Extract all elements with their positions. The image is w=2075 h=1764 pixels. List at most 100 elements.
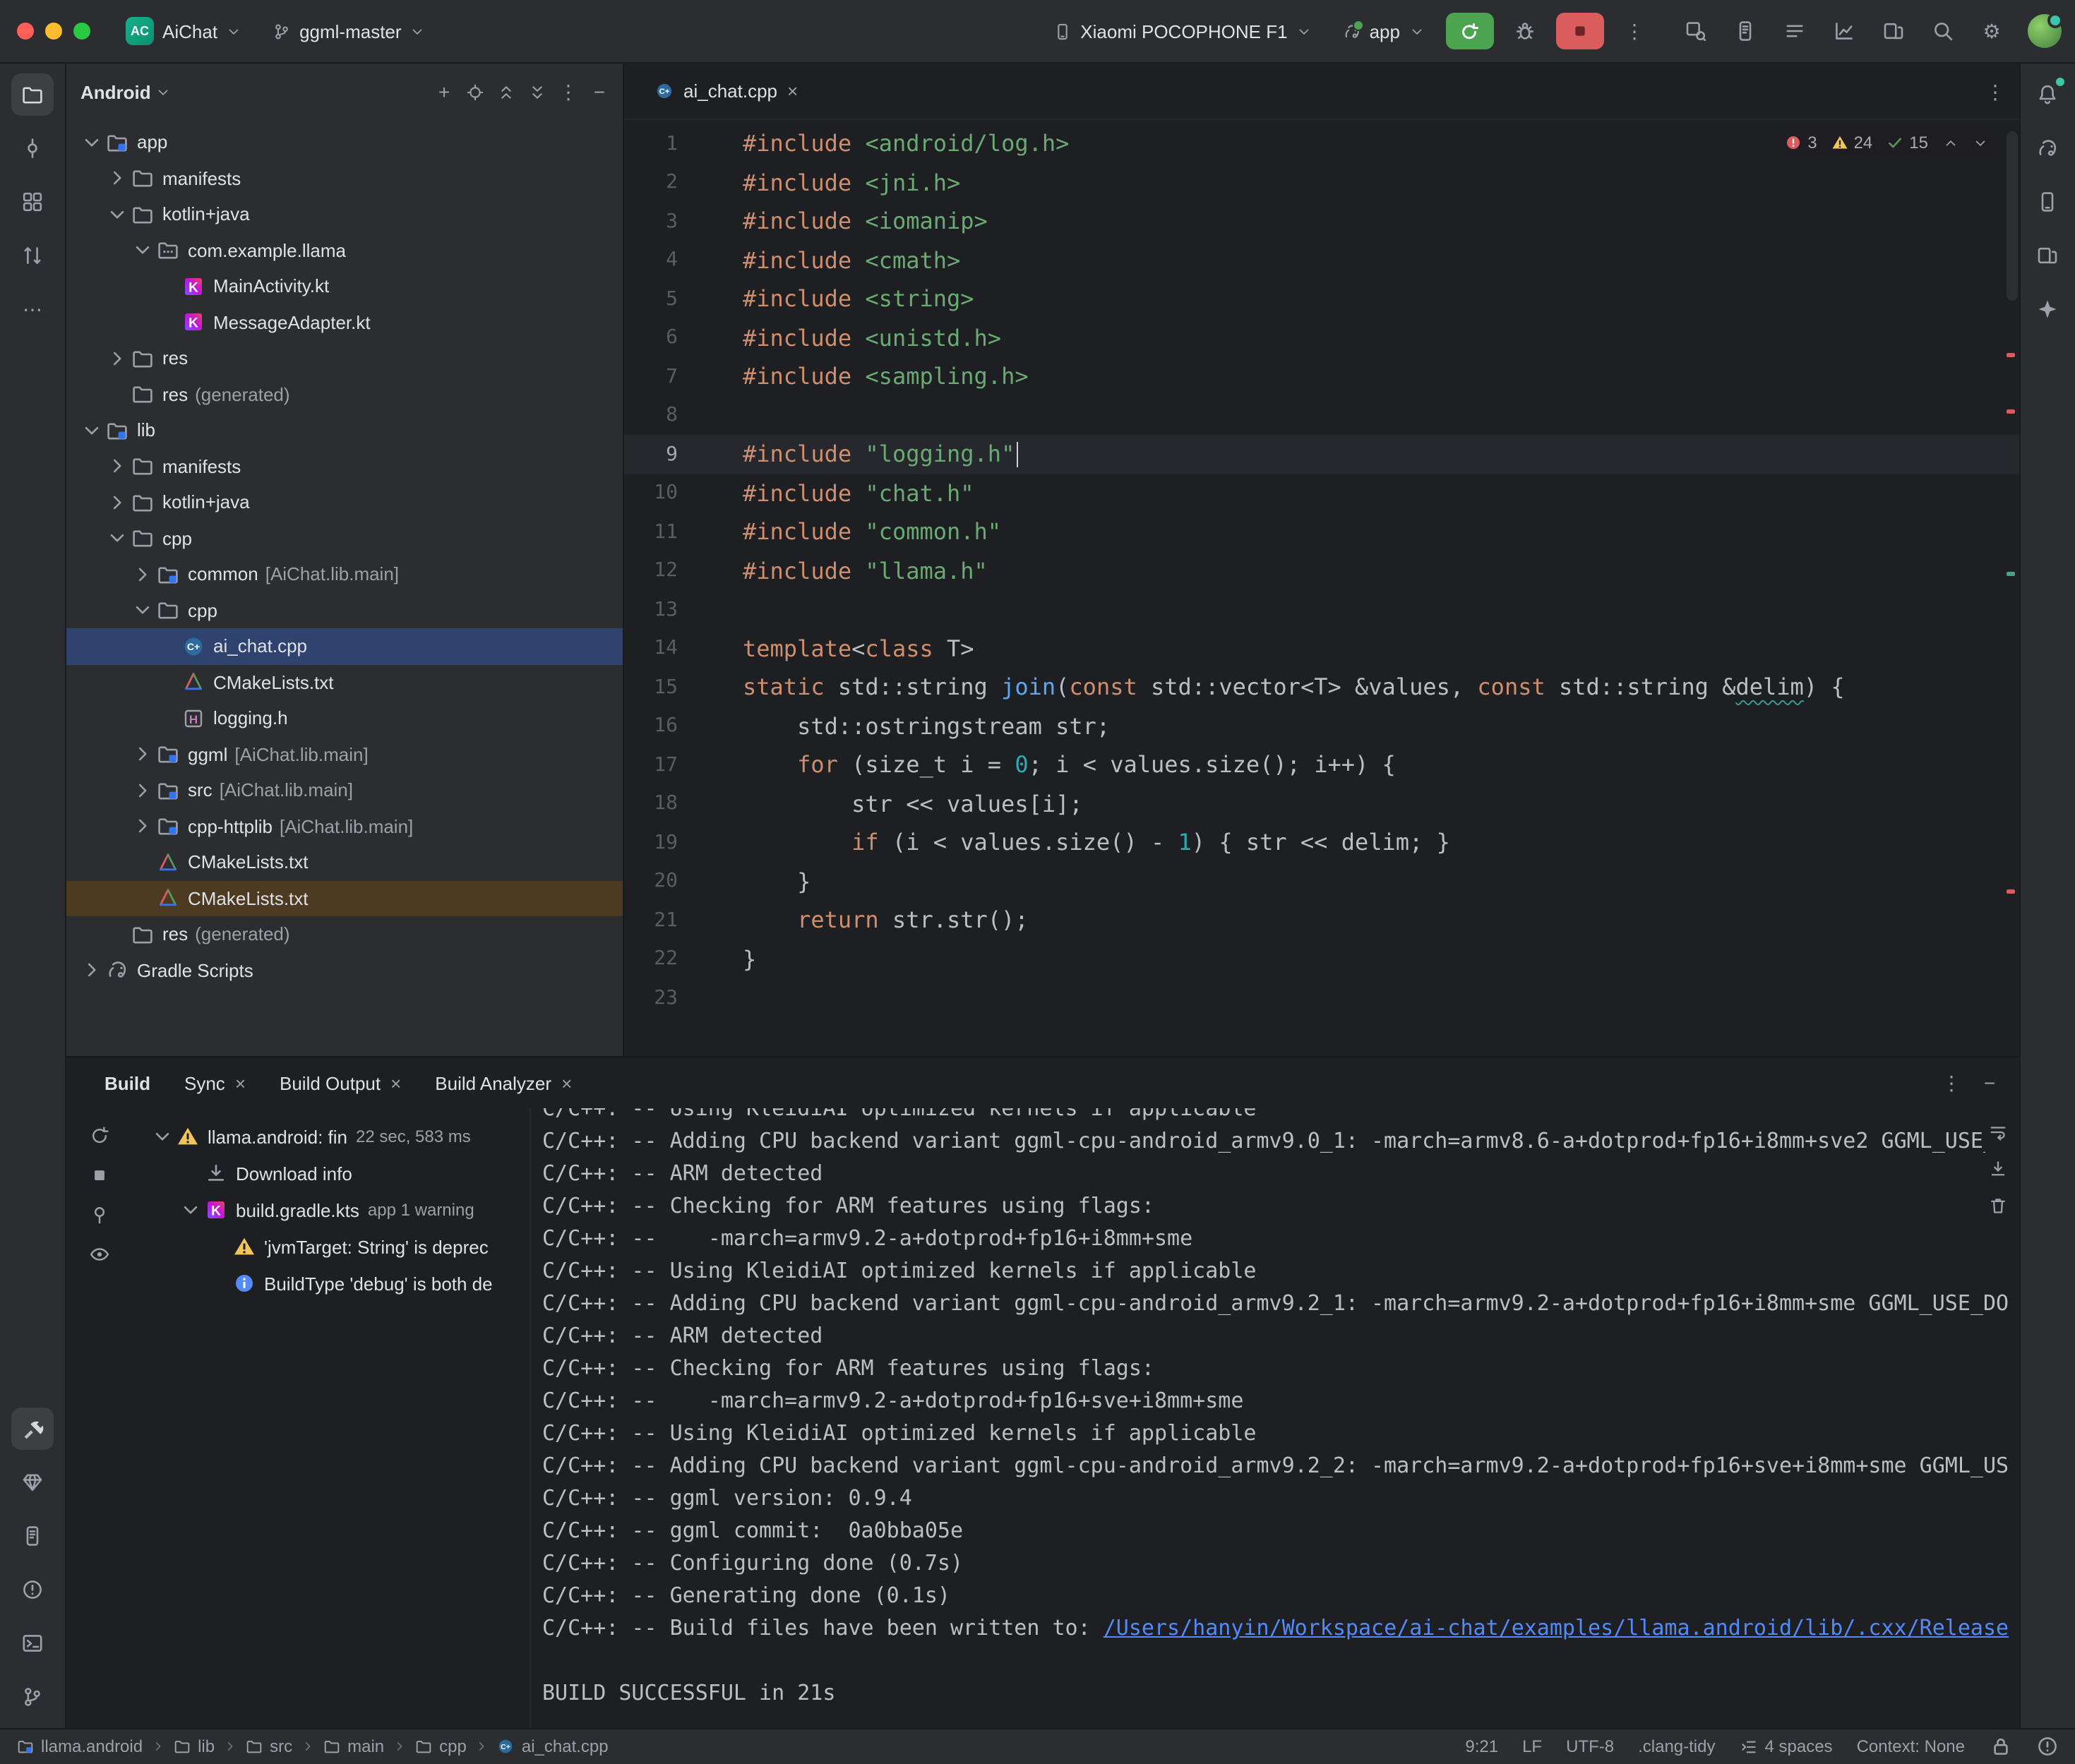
code-line-14[interactable]: 14template<class T> — [624, 629, 2019, 668]
breadcrumb-ai-chat-cpp[interactable]: C+ai_chat.cpp — [498, 1736, 609, 1756]
code-line-5[interactable]: 5#include <string> — [624, 280, 2019, 318]
tree-item-manifests[interactable]: manifests — [66, 160, 623, 196]
tree-item-cmakelists-txt[interactable]: CMakeLists.txt — [66, 880, 623, 916]
lock-icon[interactable] — [1989, 1735, 2011, 1758]
chevron-down-icon[interactable] — [106, 203, 128, 226]
build-console[interactable]: C/C++: -- Using KleidiAI optimized kerne… — [530, 1108, 2019, 1727]
previous-problem-icon[interactable] — [1942, 135, 1958, 150]
inspections-status-icon[interactable] — [2035, 1735, 2058, 1758]
project-widget[interactable]: AC AiChat — [116, 11, 251, 51]
code-line-8[interactable]: 8 — [624, 396, 2019, 435]
tree-item-src[interactable]: src[AiChat.lib.main] — [66, 772, 623, 808]
file-encoding[interactable]: UTF-8 — [1566, 1736, 1614, 1756]
chevron-right-icon[interactable] — [131, 563, 154, 586]
tool-window-button-pull-requests[interactable] — [11, 234, 54, 277]
chevron-right-icon[interactable] — [106, 347, 128, 370]
chevron-right-icon[interactable] — [106, 491, 128, 514]
tree-item-res[interactable]: res(generated) — [66, 916, 623, 952]
build-tab-build[interactable]: Build — [104, 1072, 150, 1093]
tool-window-button-app-inspection[interactable] — [11, 1460, 54, 1503]
tool-window-button-device-manager[interactable] — [2026, 181, 2069, 223]
tool-window-button-assistant[interactable] — [2026, 288, 2069, 330]
code-line-20[interactable]: 20 } — [624, 862, 2019, 901]
rerun-button[interactable] — [1445, 13, 1493, 49]
warning-count[interactable]: 24 — [1831, 133, 1873, 152]
line-number[interactable]: 23 — [624, 987, 678, 1009]
code-line-6[interactable]: 6#include <unistd.h> — [624, 318, 2019, 357]
zoom-window-button[interactable] — [73, 23, 90, 40]
tree-item-download-info[interactable]: Download info — [131, 1155, 530, 1192]
code-line-10[interactable]: 10#include "chat.h" — [624, 474, 2019, 512]
tree-item-jvmtarget-string-is-deprec[interactable]: 'jvmTarget: String' is deprec — [131, 1228, 530, 1265]
code-line-22[interactable]: 22} — [624, 940, 2019, 978]
tree-item-gradle-scripts[interactable]: Gradle Scripts — [66, 952, 623, 988]
chevron-right-icon[interactable] — [106, 455, 128, 478]
code-line-11[interactable]: 11#include "common.h" — [624, 512, 2019, 551]
line-number[interactable]: 4 — [624, 249, 678, 272]
chevron-right-icon[interactable] — [131, 743, 154, 766]
line-number[interactable]: 6 — [624, 327, 678, 349]
tree-item-messageadapter-kt[interactable]: KMessageAdapter.kt — [66, 304, 623, 340]
editor-tab-ai-chat-cpp[interactable]: C+ ai_chat.cpp × — [641, 64, 812, 119]
branch-widget[interactable]: ggml-master — [263, 15, 436, 47]
run-configuration-selector[interactable]: app — [1333, 15, 1434, 47]
line-number[interactable]: 21 — [624, 909, 678, 932]
tree-item-kotlin-java[interactable]: kotlin+java — [66, 196, 623, 232]
build-output-path-link[interactable]: /Users/hanyin/Workspace/ai-chat/examples… — [1104, 1615, 2009, 1640]
clang-tidy-status[interactable]: .clang-tidy — [1638, 1736, 1715, 1756]
tree-item-com-example-llama[interactable]: com.example.llama — [66, 232, 623, 268]
line-number[interactable]: 8 — [624, 404, 678, 427]
profile-avatar[interactable] — [2027, 14, 2061, 48]
stop-process-icon[interactable] — [88, 1165, 109, 1186]
code-line-12[interactable]: 12#include "llama.h" — [624, 551, 2019, 590]
code-editor[interactable]: 1#include <android/log.h>2#include <jni.… — [624, 120, 2019, 1056]
more-options-icon[interactable]: ⋮ — [559, 83, 578, 101]
code-line-21[interactable]: 21 return str.str(); — [624, 901, 2019, 940]
line-number[interactable]: 19 — [624, 832, 678, 854]
code-line-13[interactable]: 13 — [624, 590, 2019, 629]
line-number[interactable]: 18 — [624, 793, 678, 815]
todo-button[interactable] — [1776, 13, 1812, 49]
tool-window-button-problems[interactable] — [11, 1568, 54, 1610]
tree-item-cpp-httplib[interactable]: cpp-httplib[AiChat.lib.main] — [66, 808, 623, 844]
search-button[interactable] — [1924, 13, 1961, 49]
line-number[interactable]: 20 — [624, 870, 678, 893]
tab-options-icon[interactable]: ⋮ — [1986, 82, 2004, 100]
tool-window-button-notifications[interactable] — [2026, 73, 2069, 116]
tool-window-button-gradle[interactable] — [2026, 127, 2069, 169]
chevron-right-icon[interactable] — [106, 167, 128, 190]
close-window-button[interactable] — [17, 23, 34, 40]
inspections-widget[interactable]: 3 24 15 — [1779, 130, 1993, 155]
code-line-15[interactable]: 15static std::string join(const std::vec… — [624, 668, 2019, 707]
tool-window-button-logcat[interactable] — [11, 1514, 54, 1556]
chevron-down-icon[interactable] — [80, 131, 103, 154]
pin-icon[interactable] — [88, 1204, 109, 1225]
line-number[interactable]: 5 — [624, 288, 678, 311]
context-widget[interactable]: Context: None — [1857, 1736, 1965, 1756]
line-number[interactable]: 17 — [624, 754, 678, 776]
build-options-icon[interactable]: ⋮ — [1942, 1074, 1961, 1092]
code-line-9[interactable]: 9#include "logging.h" — [624, 435, 2019, 474]
tree-item-app[interactable]: app — [66, 124, 623, 160]
settings-button[interactable]: ⚙ — [1973, 13, 2010, 49]
tree-item-cpp[interactable]: cpp — [66, 520, 623, 556]
more-actions-button[interactable]: ⋮ — [1615, 13, 1654, 49]
breadcrumb-cpp[interactable]: cpp — [415, 1736, 467, 1756]
tool-window-button-terminal[interactable] — [11, 1621, 54, 1664]
chevron-down-icon[interactable] — [131, 239, 154, 262]
info-stripe-mark[interactable] — [2006, 572, 2014, 576]
tool-window-button-running-devices[interactable] — [2026, 234, 2069, 277]
project-view-selector[interactable]: Android — [80, 81, 151, 102]
chevron-right-icon[interactable] — [80, 959, 103, 982]
tool-window-button-commit[interactable] — [11, 127, 54, 169]
chevron-down-icon[interactable] — [131, 599, 154, 622]
tree-item-res[interactable]: res — [66, 340, 623, 376]
device-mirroring-button[interactable] — [1874, 13, 1911, 49]
caret-position[interactable]: 9:21 — [1465, 1736, 1498, 1756]
error-stripe-mark[interactable] — [2006, 409, 2014, 414]
code-line-16[interactable]: 16 std::ostringstream str; — [624, 707, 2019, 745]
soft-wrap-icon[interactable] — [1987, 1122, 2007, 1142]
chevron-right-icon[interactable] — [131, 815, 154, 838]
error-stripe-mark[interactable] — [2006, 889, 2014, 894]
breadcrumb-llama-android[interactable]: llama.android — [17, 1736, 143, 1756]
